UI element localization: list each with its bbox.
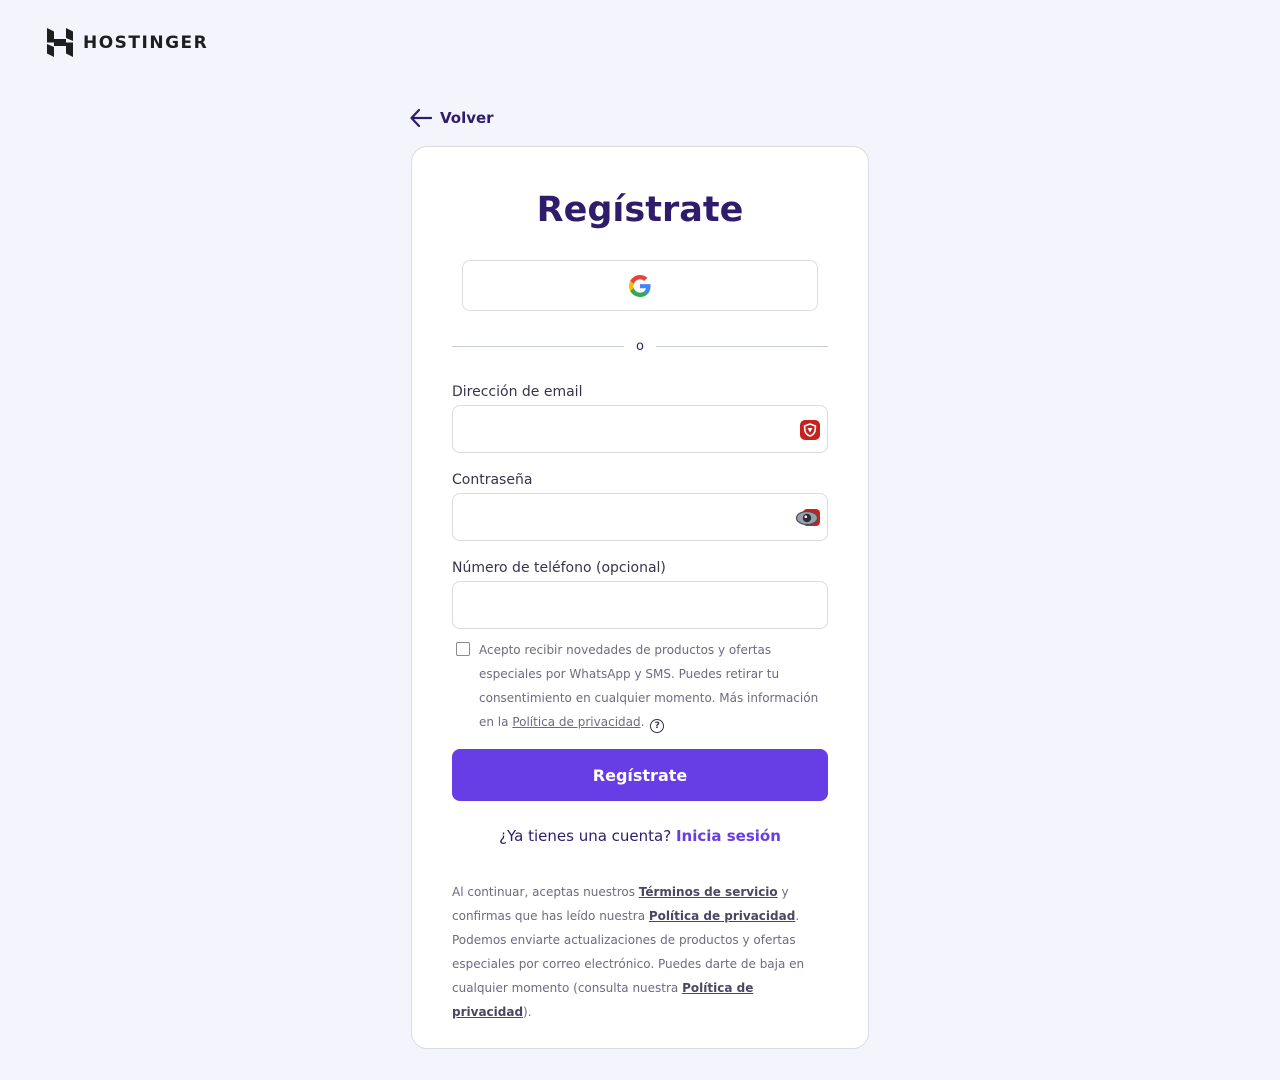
brand-name: HOSTINGER [83, 32, 209, 53]
phone-field-wrapper [452, 581, 828, 629]
eye-icon[interactable] [795, 507, 821, 529]
brand-logo[interactable]: HOSTINGER [47, 28, 208, 57]
divider-text: o [636, 338, 644, 354]
consent-privacy-link[interactable]: Política de privacidad [512, 715, 640, 729]
page-title: Regístrate [536, 190, 744, 230]
password-label: Contraseña [452, 472, 533, 488]
password-manager-icon[interactable] [800, 420, 820, 440]
phone-label: Número de teléfono (opcional) [452, 560, 666, 576]
legal-notice: Al continuar, aceptas nuestros Términos … [452, 880, 828, 1024]
password-field[interactable] [453, 494, 827, 540]
privacy-link[interactable]: Política de privacidad [649, 909, 795, 923]
terms-link[interactable]: Términos de servicio [639, 885, 778, 899]
phone-field[interactable] [453, 582, 827, 628]
hostinger-logo-icon [47, 28, 73, 57]
shield-icon [803, 423, 817, 437]
login-prompt: ¿Ya tienes una cuenta? [499, 827, 676, 845]
back-label: Volver [440, 109, 494, 127]
legal-text: ). [523, 1005, 532, 1019]
consent-period: . [640, 715, 645, 729]
consent-checkbox[interactable] [456, 642, 470, 656]
consent-text: Acepto recibir novedades de productos y … [479, 638, 828, 734]
arrow-left-icon [410, 108, 432, 128]
show-password-icon [795, 509, 820, 526]
consent-row: Acepto recibir novedades de productos y … [452, 638, 828, 734]
email-field-wrapper [452, 405, 828, 453]
divider-line [655, 345, 828, 347]
login-link[interactable]: Inicia sesión [676, 827, 781, 845]
legal-text: Al continuar, aceptas nuestros [452, 885, 639, 899]
email-label: Dirección de email [452, 384, 583, 400]
back-link[interactable]: Volver [410, 108, 494, 128]
google-signup-button[interactable] [462, 260, 818, 311]
email-field[interactable] [453, 406, 827, 452]
google-icon [629, 274, 651, 297]
divider-line [452, 345, 625, 347]
or-divider: o [452, 336, 828, 356]
register-button[interactable]: Regístrate [452, 749, 828, 801]
password-field-wrapper [452, 493, 828, 541]
question-circle-icon[interactable]: ? [650, 719, 665, 733]
login-row: ¿Ya tienes una cuenta? Inicia sesión [452, 827, 828, 845]
signup-page: HOSTINGER Volver Regístrate o Dirección … [0, 0, 1280, 1080]
